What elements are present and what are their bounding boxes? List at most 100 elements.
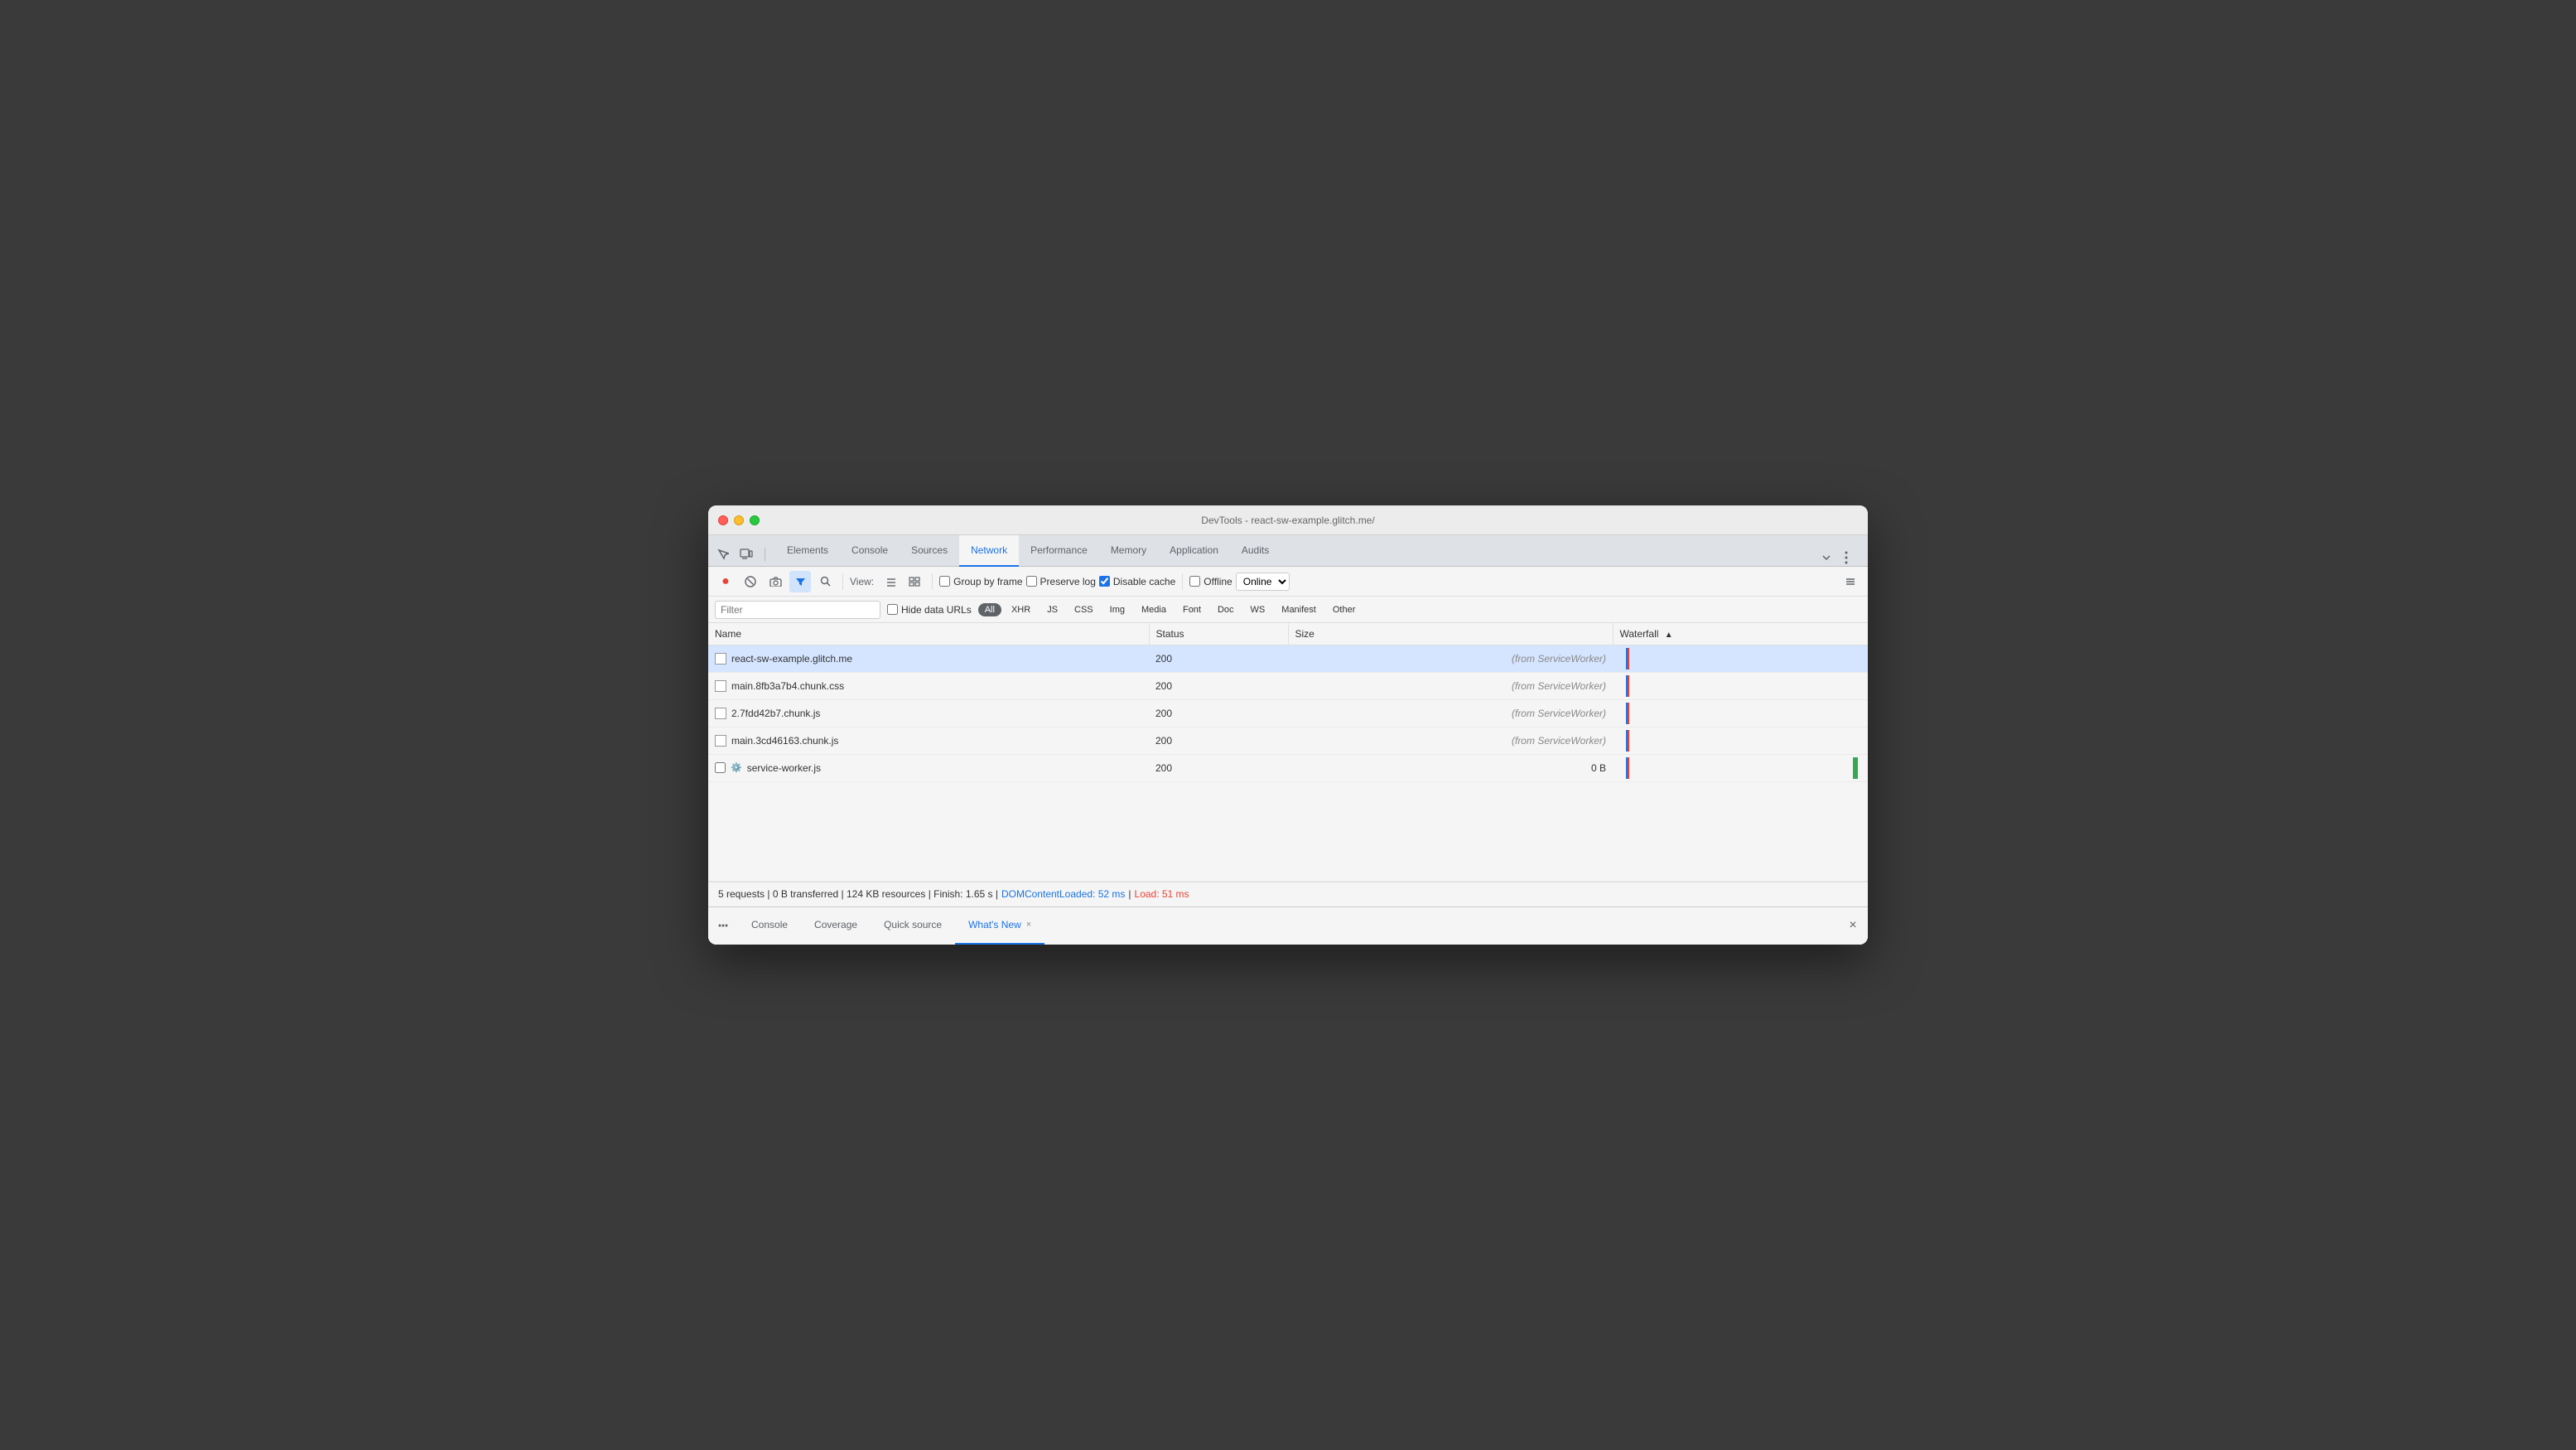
offline-checkbox-group[interactable]: Offline <box>1189 576 1232 587</box>
td-waterfall-1 <box>1613 645 1868 672</box>
td-size-4: (from ServiceWorker) <box>1288 727 1613 754</box>
tab-more-button <box>1818 549 1861 566</box>
close-button[interactable] <box>718 515 728 525</box>
devtools-window: DevTools - react-sw-example.glitch.me/ E… <box>708 505 1868 945</box>
minimize-button[interactable] <box>734 515 744 525</box>
td-name-2: main.8fb3a7b4.chunk.css <box>708 672 1149 699</box>
empty-row <box>708 781 1868 881</box>
td-name-4: main.3cd46163.chunk.js <box>708 727 1149 754</box>
filter-chip-doc[interactable]: Doc <box>1211 603 1241 616</box>
throttle-select[interactable]: Online <box>1236 573 1290 591</box>
settings-dropdown-button[interactable] <box>1840 571 1861 592</box>
table-row[interactable]: 2.7fdd42b7.chunk.js 200 (from ServiceWor… <box>708 699 1868 727</box>
group-by-frame-checkbox[interactable] <box>939 576 950 587</box>
table-row[interactable]: react-sw-example.glitch.me 200 (from Ser… <box>708 645 1868 672</box>
filter-chip-img[interactable]: Img <box>1103 603 1131 616</box>
tab-performance[interactable]: Performance <box>1019 535 1099 567</box>
filter-chip-all[interactable]: All <box>978 603 1001 616</box>
offline-checkbox[interactable] <box>1189 576 1200 587</box>
row-checkbox-5[interactable] <box>715 762 726 773</box>
drawer-tab-quick-source[interactable]: Quick source <box>871 907 955 945</box>
device-icon[interactable] <box>738 546 755 563</box>
clear-button[interactable] <box>740 571 761 592</box>
record-button[interactable]: ● <box>715 571 736 592</box>
td-waterfall-5 <box>1613 754 1868 781</box>
status-bar: 5 requests | 0 B transferred | 124 KB re… <box>708 882 1868 906</box>
col-header-status[interactable]: Status <box>1149 623 1288 645</box>
file-icon-3 <box>715 708 726 719</box>
maximize-button[interactable] <box>750 515 760 525</box>
td-status-2: 200 <box>1149 672 1288 699</box>
col-header-size[interactable]: Size <box>1288 623 1613 645</box>
disable-cache-checkbox-group[interactable]: Disable cache <box>1099 576 1175 587</box>
td-status-4: 200 <box>1149 727 1288 754</box>
tab-network[interactable]: Network <box>959 535 1019 567</box>
filter-chip-font[interactable]: Font <box>1176 603 1208 616</box>
dom-content-loaded-text: DOMContentLoaded: 52 ms <box>1001 888 1125 900</box>
kebab-menu-icon[interactable] <box>1838 549 1855 566</box>
td-status-3: 200 <box>1149 699 1288 727</box>
drawer-menu-button[interactable] <box>708 911 738 940</box>
filter-bar: Hide data URLs All XHR JS CSS Img Media … <box>708 597 1868 623</box>
view-label: View: <box>850 576 874 587</box>
more-tabs-icon[interactable] <box>1818 549 1835 566</box>
tab-audits[interactable]: Audits <box>1230 535 1281 567</box>
drawer-close-button[interactable]: × <box>1838 911 1868 940</box>
table-body: react-sw-example.glitch.me 200 (from Ser… <box>708 645 1868 881</box>
search-button[interactable] <box>814 571 836 592</box>
tab-memory[interactable]: Memory <box>1099 535 1158 567</box>
td-name-5: ⚙️ service-worker.js <box>708 754 1149 781</box>
group-by-frame-checkbox-group[interactable]: Group by frame <box>939 576 1022 587</box>
green-timing-bar <box>1853 757 1858 779</box>
filter-chip-css[interactable]: CSS <box>1068 603 1100 616</box>
tab-elements[interactable]: Elements <box>775 535 840 567</box>
td-waterfall-3 <box>1613 699 1868 727</box>
toolbar-divider-2 <box>932 573 933 590</box>
drawer-tab-whats-new[interactable]: What's New × <box>955 907 1044 945</box>
preserve-log-checkbox[interactable] <box>1026 576 1037 587</box>
filter-chip-media[interactable]: Media <box>1135 603 1173 616</box>
tab-application[interactable]: Application <box>1158 535 1230 567</box>
detailed-view-button[interactable] <box>904 571 925 592</box>
td-size-5: 0 B <box>1288 754 1613 781</box>
filter-chip-manifest[interactable]: Manifest <box>1275 603 1323 616</box>
cursor-icon[interactable] <box>715 546 731 563</box>
td-waterfall-2 <box>1613 672 1868 699</box>
col-header-name[interactable]: Name <box>708 623 1149 645</box>
view-buttons <box>880 571 925 592</box>
file-icon-4 <box>715 735 726 747</box>
td-size-1: (from ServiceWorker) <box>1288 645 1613 672</box>
hide-data-urls-checkbox[interactable] <box>887 604 898 615</box>
td-size-2: (from ServiceWorker) <box>1288 672 1613 699</box>
filter-chip-ws[interactable]: WS <box>1244 603 1272 616</box>
status-text: 5 requests | 0 B transferred | 124 KB re… <box>718 888 998 900</box>
title-bar: DevTools - react-sw-example.glitch.me/ <box>708 505 1868 535</box>
filter-chip-js[interactable]: JS <box>1040 603 1064 616</box>
filter-input[interactable] <box>721 604 875 616</box>
td-status-1: 200 <box>1149 645 1288 672</box>
table-header-row: Name Status Size Waterfall ▲ <box>708 623 1868 645</box>
hide-data-urls-checkbox-group[interactable]: Hide data URLs <box>887 604 972 616</box>
col-header-waterfall[interactable]: Waterfall ▲ <box>1613 623 1868 645</box>
camera-button[interactable] <box>765 571 786 592</box>
preserve-log-checkbox-group[interactable]: Preserve log <box>1026 576 1096 587</box>
table-row[interactable]: main.3cd46163.chunk.js 200 (from Service… <box>708 727 1868 754</box>
network-table-container: Name Status Size Waterfall ▲ <box>708 623 1868 882</box>
drawer-tab-console[interactable]: Console <box>738 907 801 945</box>
disable-cache-checkbox[interactable] <box>1099 576 1110 587</box>
filter-chip-xhr[interactable]: XHR <box>1005 603 1037 616</box>
table-row[interactable]: ⚙️ service-worker.js 200 0 B <box>708 754 1868 781</box>
toolbar-divider-1 <box>842 573 843 590</box>
close-whats-new-tab-button[interactable]: × <box>1026 920 1031 930</box>
filter-chip-other[interactable]: Other <box>1326 603 1363 616</box>
table-row[interactable]: main.8fb3a7b4.chunk.css 200 (from Servic… <box>708 672 1868 699</box>
status-separator-2: | <box>1128 888 1131 900</box>
drawer-tab-coverage[interactable]: Coverage <box>801 907 871 945</box>
tab-console[interactable]: Console <box>840 535 900 567</box>
traffic-lights <box>718 515 760 525</box>
list-view-button[interactable] <box>880 571 902 592</box>
filter-input-wrap[interactable] <box>715 601 880 619</box>
filter-chips: All XHR JS CSS Img Media Font Doc WS Man… <box>978 603 1363 616</box>
tab-sources[interactable]: Sources <box>900 535 959 567</box>
filter-button[interactable] <box>789 571 811 592</box>
